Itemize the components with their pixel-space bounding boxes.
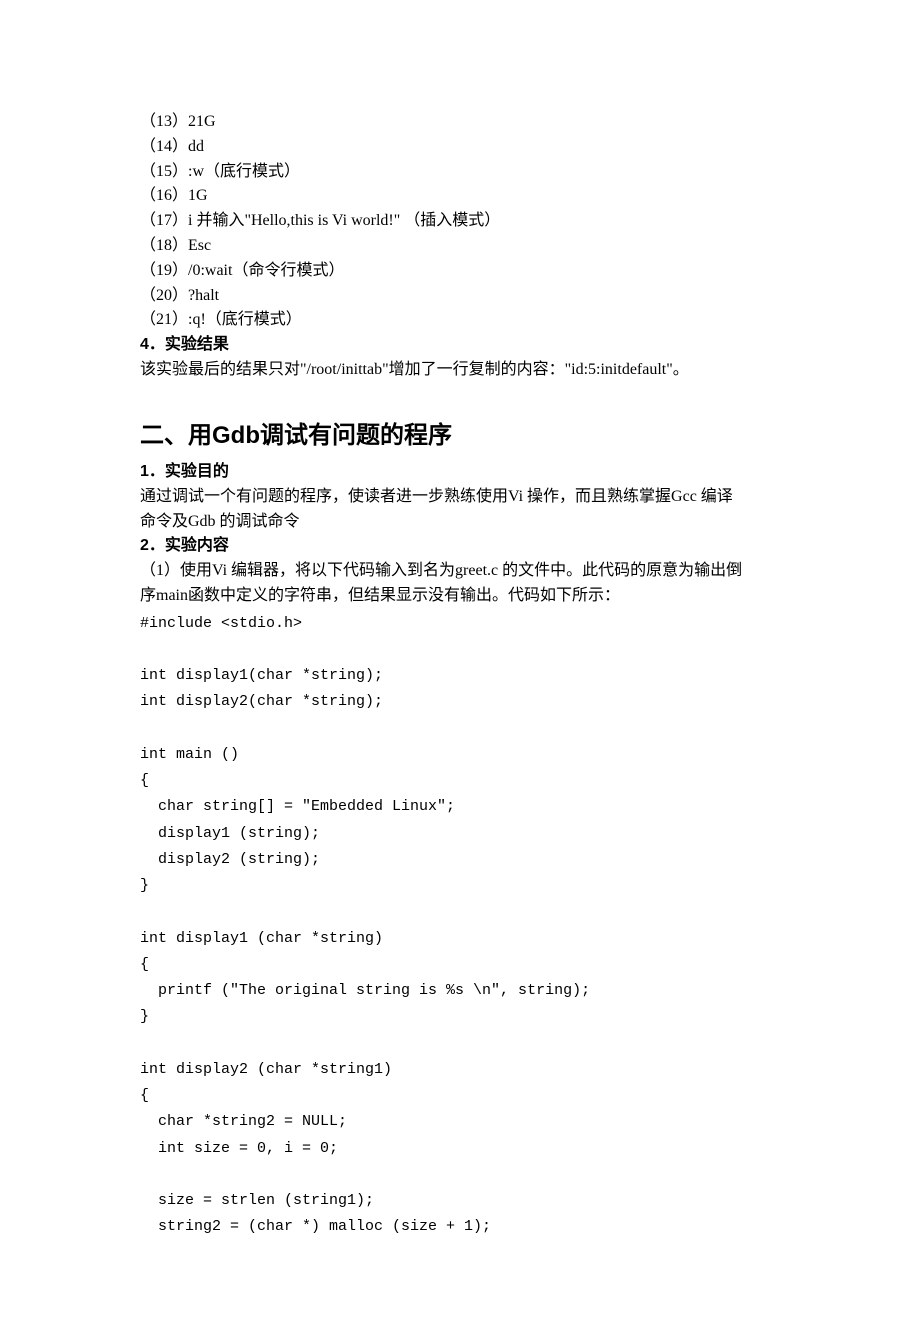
- content-body: 序main函数中定义的字符串，但结果显示没有输出。代码如下所示：: [140, 584, 790, 609]
- result-body: 该实验最后的结果只对"/root/inittab"增加了一行复制的内容："id:…: [140, 358, 790, 383]
- purpose-body: 通过调试一个有问题的程序，使读者进一步熟练使用Vi 操作，而且熟练掌握Gcc 编…: [140, 485, 790, 510]
- section-title: 二、用Gdb调试有问题的程序: [140, 417, 790, 454]
- list-item: （20）?halt: [140, 284, 790, 309]
- list-item: （14）dd: [140, 135, 790, 160]
- content-heading: 2．实验内容: [140, 534, 790, 559]
- list-item: （19）/0:wait（命令行模式）: [140, 259, 790, 284]
- list-item: （15）:w（底行模式）: [140, 160, 790, 185]
- content-body: （1）使用Vi 编辑器，将以下代码输入到名为greet.c 的文件中。此代码的原…: [140, 559, 790, 584]
- code-block: #include <stdio.h> int display1(char *st…: [140, 611, 790, 1241]
- list-item: （21）:q!（底行模式）: [140, 308, 790, 333]
- purpose-heading: 1．实验目的: [140, 460, 790, 485]
- purpose-body: 命令及Gdb 的调试命令: [140, 510, 790, 535]
- list-item: （18）Esc: [140, 234, 790, 259]
- result-heading: 4．实验结果: [140, 333, 790, 358]
- list-item: （16）1G: [140, 184, 790, 209]
- list-item: （17）i 并输入"Hello,this is Vi world!" （插入模式…: [140, 209, 790, 234]
- document-page: （13）21G （14）dd （15）:w（底行模式） （16）1G （17）i…: [0, 0, 920, 1331]
- list-item: （13）21G: [140, 110, 790, 135]
